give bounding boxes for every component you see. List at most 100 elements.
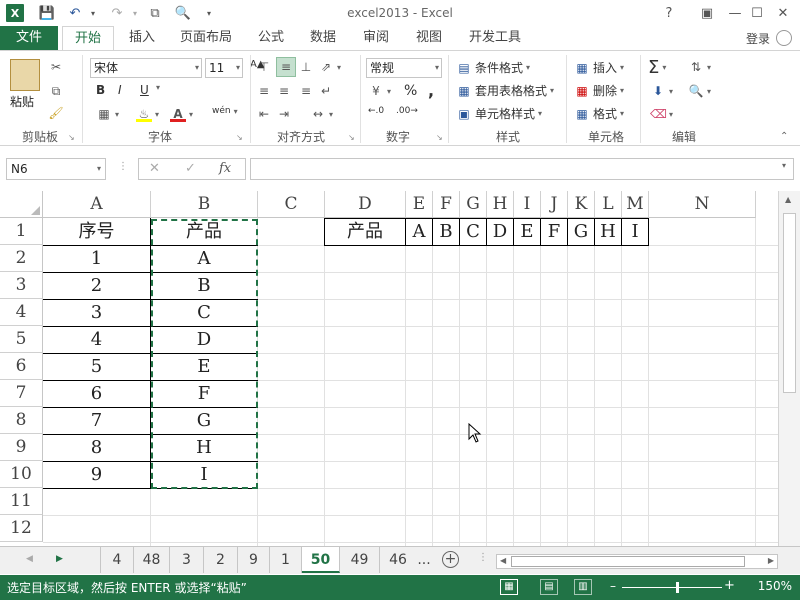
fill-icon[interactable]: ⬇ ▾ — [650, 83, 673, 99]
row-header[interactable]: 7 — [0, 380, 43, 407]
sheet-tab[interactable]: 9 — [238, 547, 270, 573]
tab-formulas[interactable]: 公式 — [250, 26, 292, 51]
align-bottom-icon[interactable]: ⊥ — [298, 59, 314, 75]
column-header[interactable]: I — [514, 191, 541, 218]
accounting-format-icon[interactable]: ¥ ▾ — [368, 83, 391, 99]
row-header[interactable]: 6 — [0, 353, 43, 380]
column-header[interactable]: F — [433, 191, 460, 218]
font-launcher-icon[interactable]: ↘ — [236, 133, 243, 142]
column-header[interactable]: N — [649, 191, 756, 218]
cell-F1[interactable]: B — [433, 218, 459, 245]
cell-A4[interactable]: 3 — [43, 299, 150, 326]
formula-input[interactable] — [250, 158, 794, 180]
collapse-ribbon-icon[interactable]: ⌃ — [780, 131, 788, 142]
decrease-indent-icon[interactable]: ⇤ — [256, 106, 272, 122]
tab-insert[interactable]: 插入 — [120, 26, 164, 51]
cell-A9[interactable]: 8 — [43, 434, 150, 461]
tab-view[interactable]: 视图 — [408, 26, 450, 51]
font-size-combo[interactable]: 11 ▾ — [205, 58, 243, 78]
align-center-icon[interactable]: ≡ — [276, 83, 292, 99]
scroll-tabs-right-icon[interactable]: ▶ — [56, 554, 63, 564]
increase-indent-icon[interactable]: ⇥ — [276, 106, 292, 122]
normal-view-icon[interactable]: ▦ — [500, 579, 518, 595]
cell-L1[interactable]: H — [595, 218, 621, 245]
help-icon[interactable]: ? — [660, 4, 678, 22]
tab-data[interactable]: 数据 — [302, 26, 344, 51]
sheet-tab[interactable]: 3 — [170, 547, 204, 573]
clear-icon[interactable]: ⌫ ▾ — [650, 106, 673, 122]
format-as-table-button[interactable]: ▦ 套用表格格式 ▾ — [456, 82, 554, 99]
column-header[interactable]: K — [568, 191, 595, 218]
row-header[interactable]: 1 — [0, 218, 43, 245]
paste-button-label[interactable]: 粘贴 — [10, 93, 34, 110]
cell-G1[interactable]: C — [460, 218, 486, 245]
underline-dropdown-icon[interactable]: ▾ — [156, 83, 160, 92]
merge-center-icon[interactable]: ↔ ▾ — [310, 106, 333, 122]
column-header[interactable]: L — [595, 191, 622, 218]
zoom-out-icon[interactable]: – — [610, 579, 616, 593]
tab-file[interactable]: 文件 — [0, 26, 58, 51]
comma-style-button[interactable]: , — [428, 81, 434, 100]
cell-D1[interactable]: 产品 — [325, 218, 405, 245]
row-header[interactable]: 8 — [0, 407, 43, 434]
row-header[interactable]: 10 — [0, 461, 43, 488]
cell-J1[interactable]: F — [541, 218, 567, 245]
page-break-view-icon[interactable]: ▥ — [574, 579, 592, 595]
scroll-tabs-left-icon[interactable]: ◀ — [26, 554, 33, 564]
delete-cells-button[interactable]: ▦ 删除 ▾ — [574, 82, 624, 99]
maximize-icon[interactable]: ☐ — [748, 4, 766, 22]
sheet-tab[interactable]: 4 — [100, 547, 134, 573]
column-header[interactable]: E — [406, 191, 433, 218]
number-launcher-icon[interactable]: ↘ — [436, 133, 443, 142]
align-middle-icon[interactable]: ≡ — [276, 57, 296, 77]
worksheet-grid[interactable]: A B C D E F G H I J K L M N 1 2 3 4 5 6 … — [0, 191, 800, 546]
cell-A7[interactable]: 6 — [43, 380, 150, 407]
decrease-decimal-icon[interactable]: .00→ — [396, 106, 418, 116]
fill-color-icon[interactable]: ♨ ▾ — [136, 106, 159, 122]
column-header[interactable]: A — [43, 191, 151, 218]
wrap-text-icon[interactable]: ↵ — [318, 83, 334, 99]
ribbon-options-icon[interactable]: ▣ — [698, 4, 716, 22]
column-header[interactable]: M — [622, 191, 649, 218]
cell-A3[interactable]: 2 — [43, 272, 150, 299]
format-cells-button[interactable]: ▦ 格式 ▾ — [574, 105, 624, 122]
expand-formula-icon[interactable]: ▾ — [782, 161, 786, 170]
tab-home[interactable]: 开始 — [62, 26, 114, 51]
number-format-combo[interactable]: 常规 ▾ — [366, 58, 442, 78]
cut-icon[interactable]: ✂ — [48, 59, 64, 75]
page-layout-view-icon[interactable]: ▤ — [540, 579, 558, 595]
cell-A2[interactable]: 1 — [43, 245, 150, 272]
row-header[interactable]: 2 — [0, 245, 43, 272]
row-header[interactable]: 3 — [0, 272, 43, 299]
autosum-icon[interactable]: Σ ▾ — [648, 57, 666, 78]
column-header[interactable]: D — [325, 191, 406, 218]
insert-cells-button[interactable]: ▦ 插入 ▾ — [574, 59, 624, 76]
row-header[interactable]: 4 — [0, 299, 43, 326]
clipboard-launcher-icon[interactable]: ↘ — [68, 133, 75, 142]
new-sheet-icon[interactable]: + — [442, 551, 459, 568]
scroll-right-icon[interactable]: ▶ — [768, 556, 774, 565]
split-handle-icon[interactable]: ⋮ — [478, 552, 488, 563]
row-header[interactable]: 9 — [0, 434, 43, 461]
cell-styles-button[interactable]: ▣ 单元格样式 ▾ — [456, 105, 542, 122]
horizontal-scroll-thumb[interactable] — [511, 556, 745, 567]
enter-icon[interactable]: ✓ — [185, 161, 196, 176]
row-header[interactable]: 12 — [0, 515, 43, 542]
scroll-left-icon[interactable]: ◀ — [500, 556, 506, 565]
align-top-icon[interactable]: ⊤ — [256, 59, 272, 75]
zoom-in-icon[interactable]: + — [724, 578, 735, 593]
horizontal-scrollbar[interactable]: ◀ ▶ — [496, 554, 778, 569]
cell-M1[interactable]: I — [622, 218, 648, 245]
increase-decimal-icon[interactable]: ←.0 — [368, 106, 384, 116]
conditional-formatting-button[interactable]: ▤ 条件格式 ▾ — [456, 59, 530, 76]
align-right-icon[interactable]: ≡ — [298, 83, 314, 99]
cell-A6[interactable]: 5 — [43, 353, 150, 380]
percent-button[interactable]: % — [404, 83, 417, 99]
column-header[interactable]: B — [151, 191, 258, 218]
underline-button[interactable]: U — [140, 83, 149, 97]
select-all-corner[interactable] — [0, 191, 43, 218]
zoom-slider-thumb[interactable] — [676, 582, 679, 593]
vertical-scroll-thumb[interactable] — [783, 213, 796, 393]
insert-function-button[interactable]: fx — [219, 161, 231, 176]
sort-filter-icon[interactable]: ⇅ ▾ — [688, 59, 711, 75]
